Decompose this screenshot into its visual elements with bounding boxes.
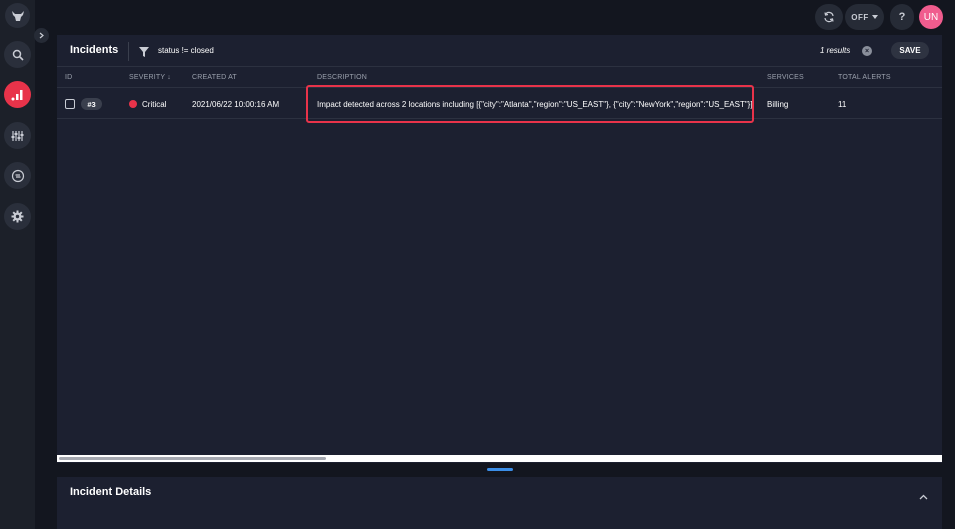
sort-arrow-icon: ↓: [167, 74, 171, 81]
column-header-severity-label: SEVERITY: [129, 74, 166, 81]
created-at-cell: 2021/06/22 10:00:16 AM: [192, 100, 280, 109]
filter-query[interactable]: status != closed: [158, 46, 214, 55]
help-button[interactable]: ?: [890, 4, 914, 30]
column-header-description[interactable]: DESCRIPTION: [317, 74, 367, 81]
filter-icon[interactable]: [139, 44, 149, 62]
column-header-services[interactable]: SERVICES: [767, 74, 804, 81]
row-checkbox[interactable]: [65, 99, 75, 109]
incidents-panel: Incidents status != closed 1 results × S…: [57, 35, 942, 463]
panel-resize-handle[interactable]: [487, 468, 513, 471]
description-highlight: [306, 85, 754, 123]
scrollbar-thumb[interactable]: [59, 457, 326, 460]
total-alerts-cell: 11: [838, 100, 847, 109]
column-header-created-at[interactable]: CREATED AT: [192, 74, 237, 81]
refresh-icon: [824, 11, 834, 23]
app-logo-icon[interactable]: [5, 3, 30, 28]
gear-icon[interactable]: [4, 203, 31, 230]
results-count: 1 results: [820, 46, 851, 55]
search-icon[interactable]: [4, 41, 31, 68]
equalizer-icon[interactable]: [4, 122, 31, 149]
column-header-id[interactable]: ID: [65, 74, 72, 81]
column-header-severity[interactable]: SEVERITY ↓: [129, 74, 171, 81]
chevron-up-icon[interactable]: [919, 487, 928, 505]
critical-severity-icon: [129, 100, 137, 108]
clear-filter-icon[interactable]: ×: [862, 46, 872, 56]
incident-details-title: Incident Details: [70, 486, 152, 498]
sidebar: [0, 0, 35, 529]
page-title: Incidents: [70, 44, 119, 56]
save-button[interactable]: SAVE: [891, 42, 929, 59]
incidents-header: Incidents status != closed 1 results × S…: [57, 35, 942, 67]
incident-id-badge[interactable]: #3: [81, 98, 102, 110]
incidents-icon[interactable]: [4, 81, 31, 108]
avatar[interactable]: UN: [919, 5, 943, 29]
expand-sidebar-button[interactable]: [34, 28, 49, 43]
severity-cell: Critical: [142, 100, 167, 109]
auto-refresh-toggle[interactable]: OFF: [845, 4, 884, 30]
column-header-total-alerts[interactable]: TOTAL ALERTS: [838, 74, 891, 81]
chevron-right-icon: [39, 32, 44, 39]
help-icon: ?: [898, 11, 906, 23]
automation-icon[interactable]: [4, 162, 31, 189]
incident-details-panel: Incident Details: [57, 477, 942, 529]
services-cell: Billing: [767, 100, 789, 109]
toggle-label: OFF: [851, 12, 869, 22]
header-divider: [128, 42, 129, 61]
refresh-button[interactable]: [815, 4, 843, 30]
chevron-down-icon: [871, 15, 878, 19]
